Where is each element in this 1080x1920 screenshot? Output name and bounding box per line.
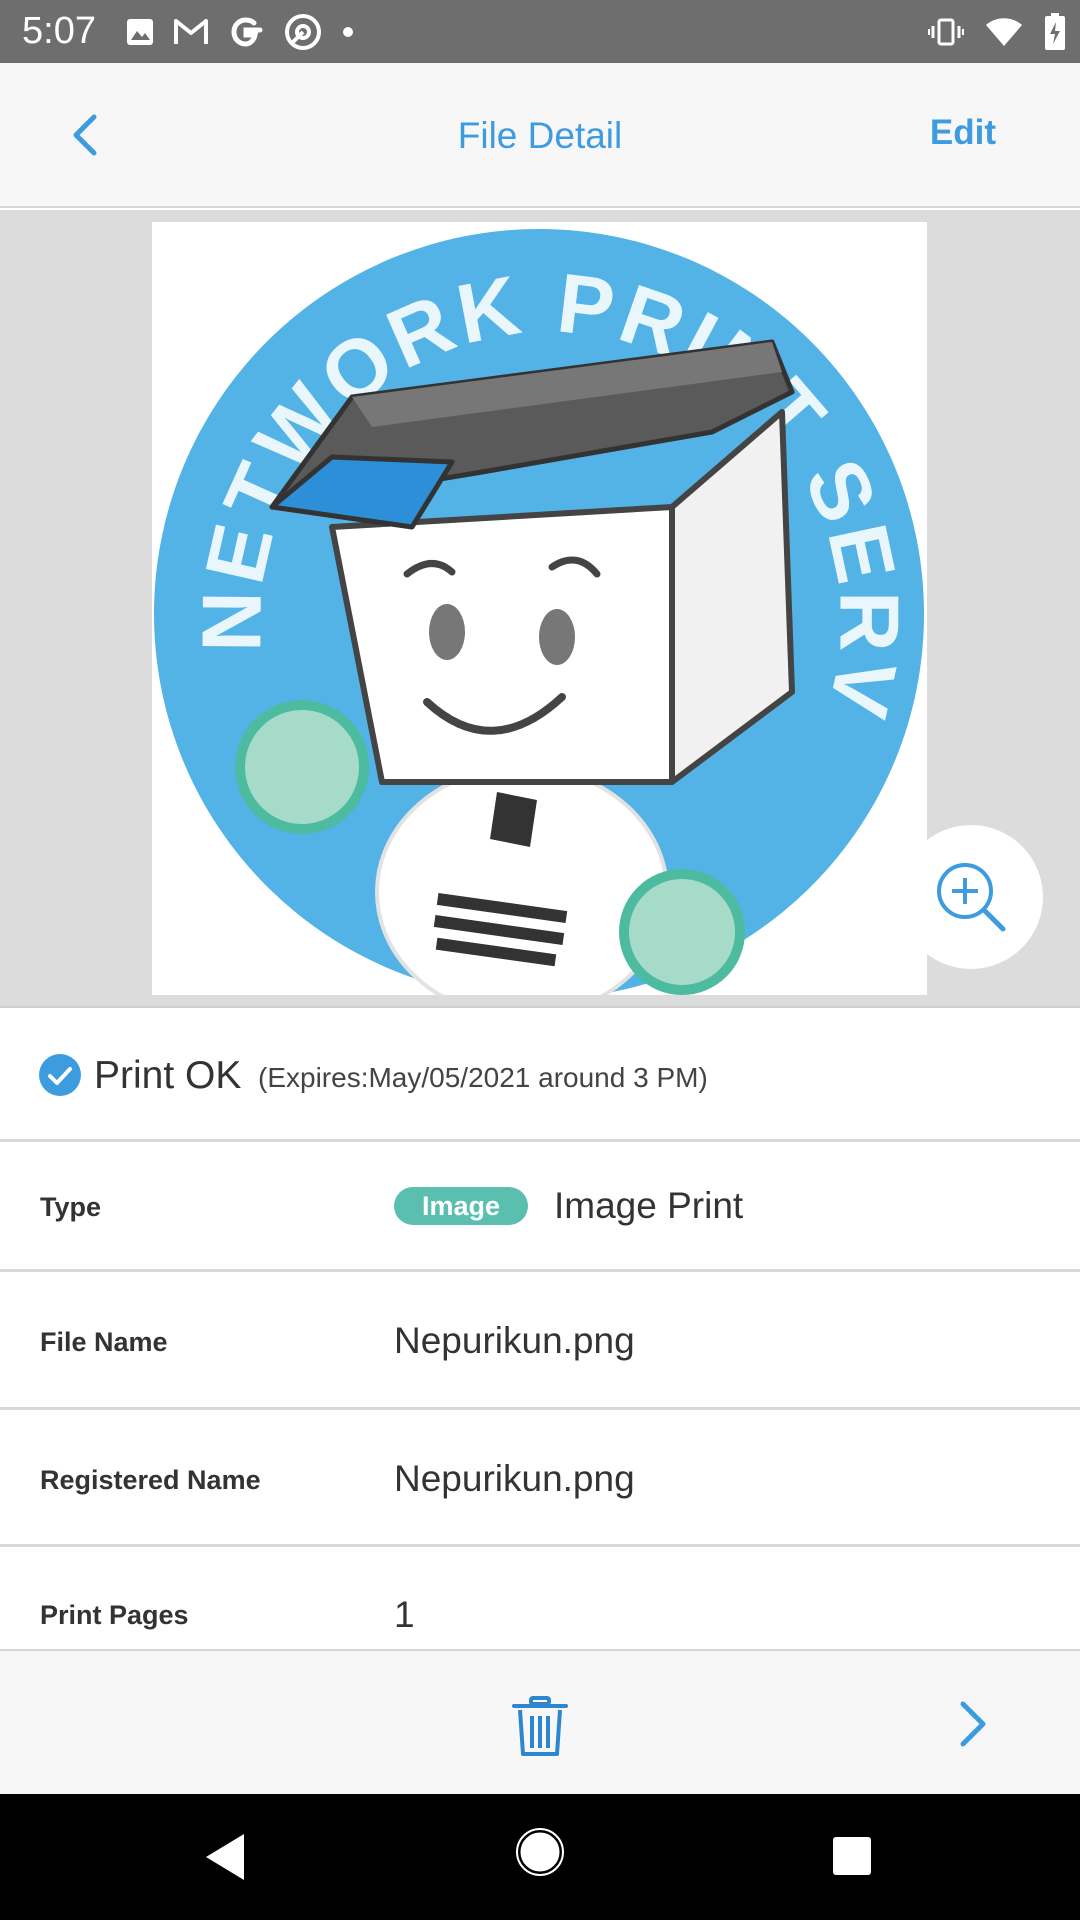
detail-row-file-name: File Name Nepurikun.png bbox=[0, 1275, 1080, 1410]
nav-back-icon[interactable] bbox=[200, 1830, 250, 1884]
registered-name-label: Registered Name bbox=[40, 1465, 261, 1495]
chevron-right-icon[interactable] bbox=[955, 1698, 989, 1750]
print-ok-label: Print OK bbox=[94, 1054, 242, 1097]
registered-name-value: Nepurikun.png bbox=[394, 1458, 635, 1499]
type-badge: Image bbox=[394, 1187, 528, 1225]
trash-icon[interactable] bbox=[508, 1694, 572, 1758]
preview-area: NETWORK PRINT SERVICE bbox=[0, 210, 1080, 1008]
page-title: File Detail bbox=[457, 115, 623, 156]
nav-home-icon[interactable] bbox=[515, 1827, 565, 1877]
detail-row-print-pages: Print Pages 1 bbox=[0, 1550, 1080, 1649]
at-sign-icon bbox=[285, 14, 321, 50]
status-right-icons bbox=[928, 12, 1066, 52]
type-value: Image Print bbox=[554, 1185, 744, 1226]
file-name-label: File Name bbox=[40, 1327, 168, 1357]
app-header: File Detail Edit bbox=[0, 63, 1080, 208]
vibrate-icon bbox=[928, 18, 964, 46]
print-service-mascot-logo: NETWORK PRINT SERVICE bbox=[152, 222, 924, 995]
file-preview-image[interactable]: NETWORK PRINT SERVICE bbox=[152, 222, 927, 995]
print-status-row: Print OK (Expires:May/05/2021 around 3 P… bbox=[0, 1010, 1080, 1142]
expires-text: (Expires:May/05/2021 around 3 PM) bbox=[258, 1062, 708, 1093]
google-icon bbox=[231, 17, 263, 47]
type-label: Type bbox=[40, 1192, 102, 1222]
navigation-bar bbox=[0, 1794, 1080, 1920]
bottom-toolbar bbox=[0, 1649, 1080, 1794]
wifi-icon bbox=[986, 18, 1022, 46]
nav-recents-icon[interactable] bbox=[830, 1834, 874, 1878]
file-name-value: Nepurikun.png bbox=[394, 1320, 635, 1361]
print-pages-value: 1 bbox=[394, 1594, 415, 1635]
battery-charging-icon bbox=[1045, 13, 1065, 50]
image-icon bbox=[127, 19, 153, 45]
status-bar: 5:07 bbox=[0, 0, 1080, 63]
detail-row-type: Type Image Image Print bbox=[0, 1145, 1080, 1272]
check-circle-icon bbox=[39, 1054, 81, 1096]
status-time: 5:07 bbox=[22, 10, 96, 52]
edit-button[interactable]: Edit bbox=[930, 113, 996, 153]
print-pages-label: Print Pages bbox=[40, 1600, 189, 1630]
zoom-in-icon bbox=[937, 863, 1006, 932]
dot-icon bbox=[343, 27, 353, 37]
zoom-button[interactable] bbox=[899, 825, 1043, 969]
detail-row-registered-name: Registered Name Nepurikun.png bbox=[0, 1413, 1080, 1547]
status-left-icons bbox=[125, 12, 355, 52]
gmail-icon bbox=[174, 19, 208, 44]
